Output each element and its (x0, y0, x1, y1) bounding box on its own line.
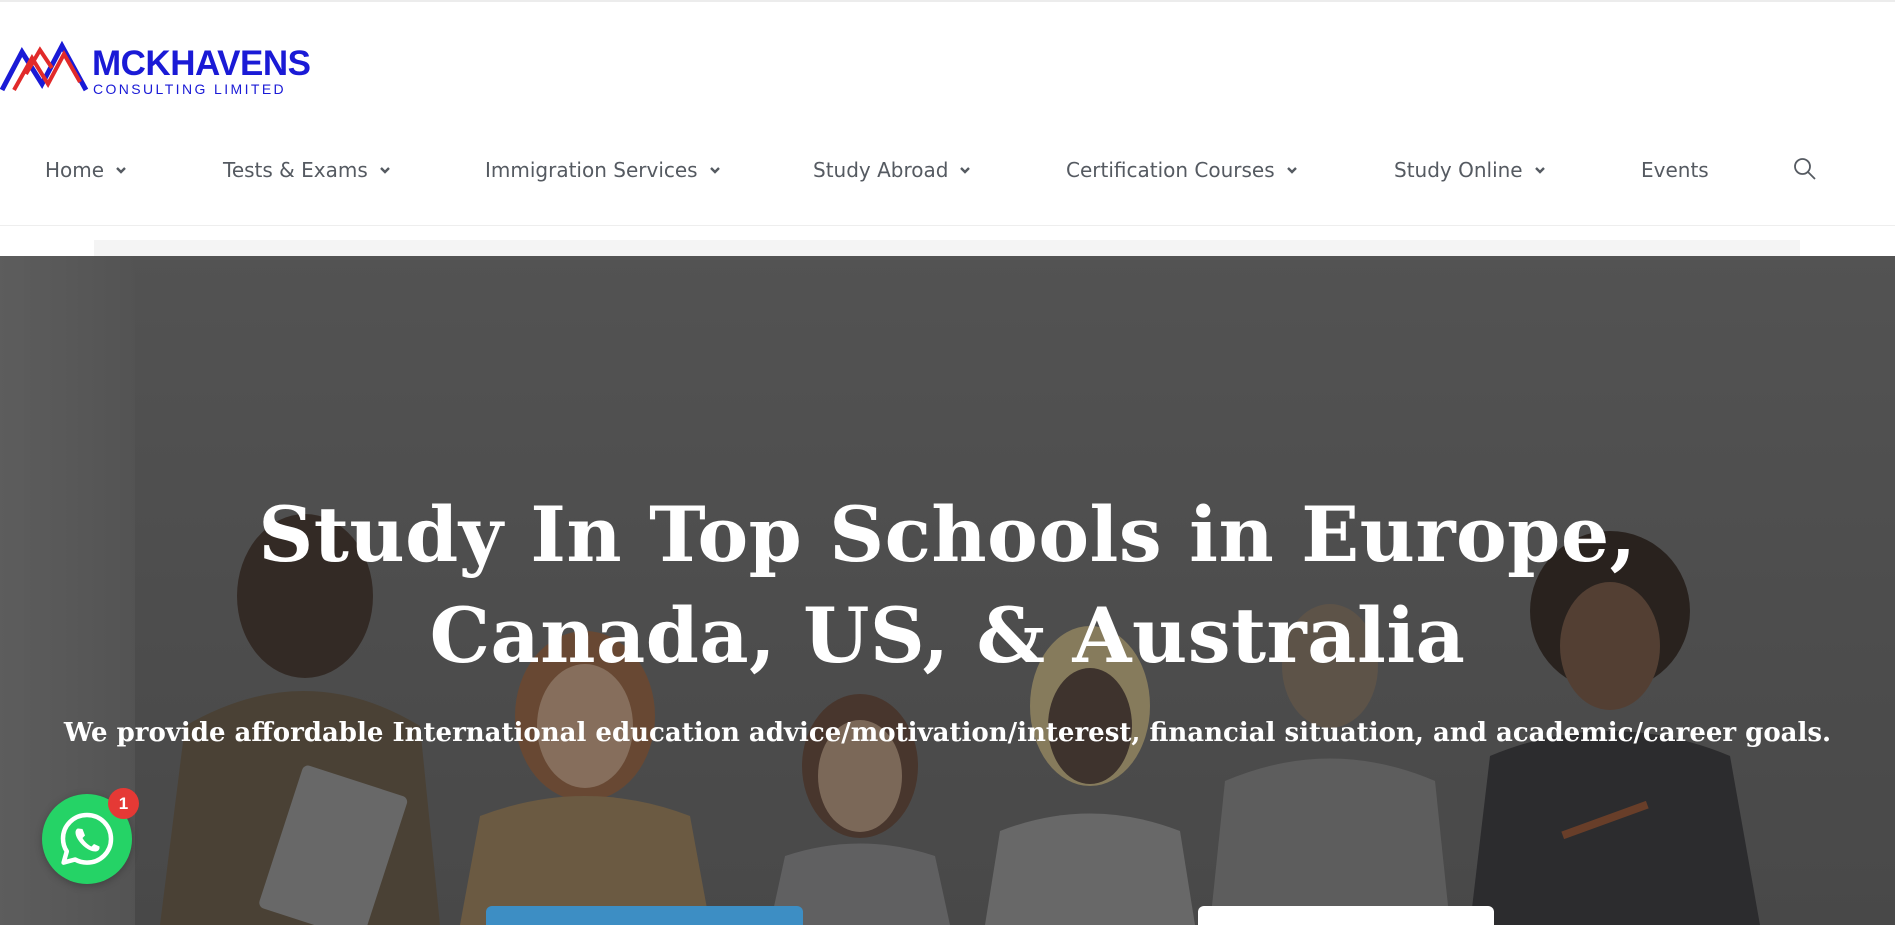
nav-item-label: Study Online (1394, 158, 1523, 182)
nav-item-tests-exams[interactable]: Tests & Exams (223, 150, 391, 190)
chevron-down-icon (960, 167, 971, 174)
nav-item-label: Tests & Exams (223, 158, 368, 182)
chevron-down-icon (709, 167, 720, 174)
nav-item-label: Home (45, 158, 105, 182)
hero-title: Study In Top Schools in Europe, Canada, … (0, 484, 1895, 686)
nav-item-study-abroad[interactable]: Study Abroad (813, 150, 971, 190)
chevron-down-icon (116, 167, 126, 174)
nav-item-immigration-services[interactable]: Immigration Services (485, 150, 721, 190)
header-subbar (94, 240, 1800, 256)
nav-item-label: Certification Courses (1066, 158, 1275, 182)
chevron-down-icon (379, 167, 390, 174)
logo-mark-icon (0, 40, 89, 92)
chevron-down-icon (1286, 167, 1297, 174)
hero-secondary-button[interactable] (1198, 906, 1494, 925)
nav-item-label: Immigration Services (485, 158, 698, 182)
hero-subtitle: We provide affordable International educ… (63, 718, 1832, 748)
hero-section: Study In Top Schools in Europe, Canada, … (0, 256, 1895, 925)
nav-item-events[interactable]: Events (1641, 150, 1709, 190)
nav-item-study-online[interactable]: Study Online (1394, 150, 1546, 190)
nav-item-home[interactable]: Home (45, 150, 127, 190)
logo-tagline: CONSULTING LIMITED (93, 81, 287, 97)
nav-item-label: Events (1641, 158, 1709, 182)
search-icon[interactable] (1792, 156, 1818, 182)
chevron-down-icon (1534, 167, 1545, 174)
site-logo[interactable]: MCKHAVENS CONSULTING LIMITED (0, 24, 320, 100)
notification-badge: 1 (108, 788, 139, 819)
main-navigation: Home Tests & Exams Immigration Services … (0, 150, 1895, 190)
hero-title-line1: Study In Top Schools in Europe, (258, 490, 1637, 579)
nav-item-label: Study Abroad (813, 158, 949, 182)
logo-name: MCKHAVENS (92, 44, 311, 83)
nav-item-certification-courses[interactable]: Certification Courses (1066, 150, 1298, 190)
hero-title-line2: Canada, US, & Australia (429, 591, 1466, 680)
hero-primary-button[interactable] (486, 906, 803, 925)
site-header: MCKHAVENS CONSULTING LIMITED Home Tests … (0, 2, 1895, 226)
